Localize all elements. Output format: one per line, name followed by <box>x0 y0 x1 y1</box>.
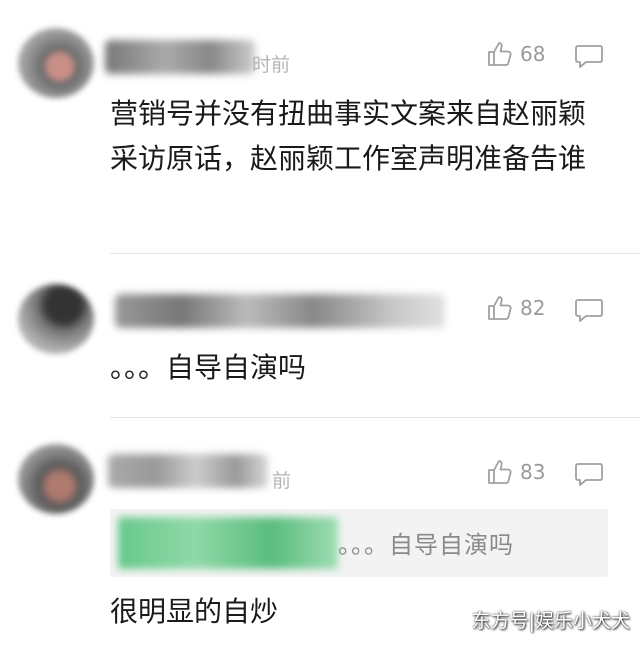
comment-item: 时前 68 营销号并没有扭曲事实文案来自赵丽颖采访原话，赵丽颖工作室声明准备告谁 <box>0 0 640 252</box>
like-button[interactable]: 68 <box>486 40 545 68</box>
reply-bubble-icon <box>575 463 603 486</box>
comment-body: 营销号并没有扭曲事实文案来自赵丽颖采访原话，赵丽颖工作室声明准备告谁 <box>110 97 587 175</box>
comment-item: 82 。。。自导自演吗 <box>0 254 640 416</box>
watermark: 东方号|娱乐小犬犬 <box>471 610 630 632</box>
reply-button[interactable] <box>574 42 604 70</box>
like-button[interactable]: 83 <box>486 458 545 486</box>
reply-bubble-icon <box>575 45 603 68</box>
like-count: 82 <box>520 296 546 320</box>
quoted-text: 。。。自导自演吗 <box>338 531 514 559</box>
avatar[interactable] <box>18 444 94 514</box>
quoted-reply[interactable]: 。。。自导自演吗 <box>110 509 608 577</box>
comment-time: 前 <box>272 470 292 492</box>
like-count: 68 <box>520 42 546 66</box>
thumbs-up-icon <box>486 458 514 486</box>
reply-button[interactable] <box>574 296 604 324</box>
like-button[interactable]: 82 <box>486 294 545 322</box>
comment-body: 。。。自导自演吗 <box>110 351 307 384</box>
avatar[interactable] <box>18 284 94 354</box>
reply-button[interactable] <box>574 460 604 488</box>
username[interactable] <box>105 40 255 74</box>
thumbs-up-icon <box>486 40 514 68</box>
like-count: 83 <box>520 460 546 484</box>
comment-time: 时前 <box>252 54 291 76</box>
username[interactable] <box>108 454 268 488</box>
comment-item: 前 83 。。。自导自演吗 很明显的自炒 东方号|娱乐小犬犬 <box>0 418 640 649</box>
avatar[interactable] <box>18 28 94 98</box>
reply-bubble-icon <box>575 299 603 322</box>
username[interactable] <box>115 294 445 328</box>
quoted-username <box>118 517 338 569</box>
thumbs-up-icon <box>486 294 514 322</box>
